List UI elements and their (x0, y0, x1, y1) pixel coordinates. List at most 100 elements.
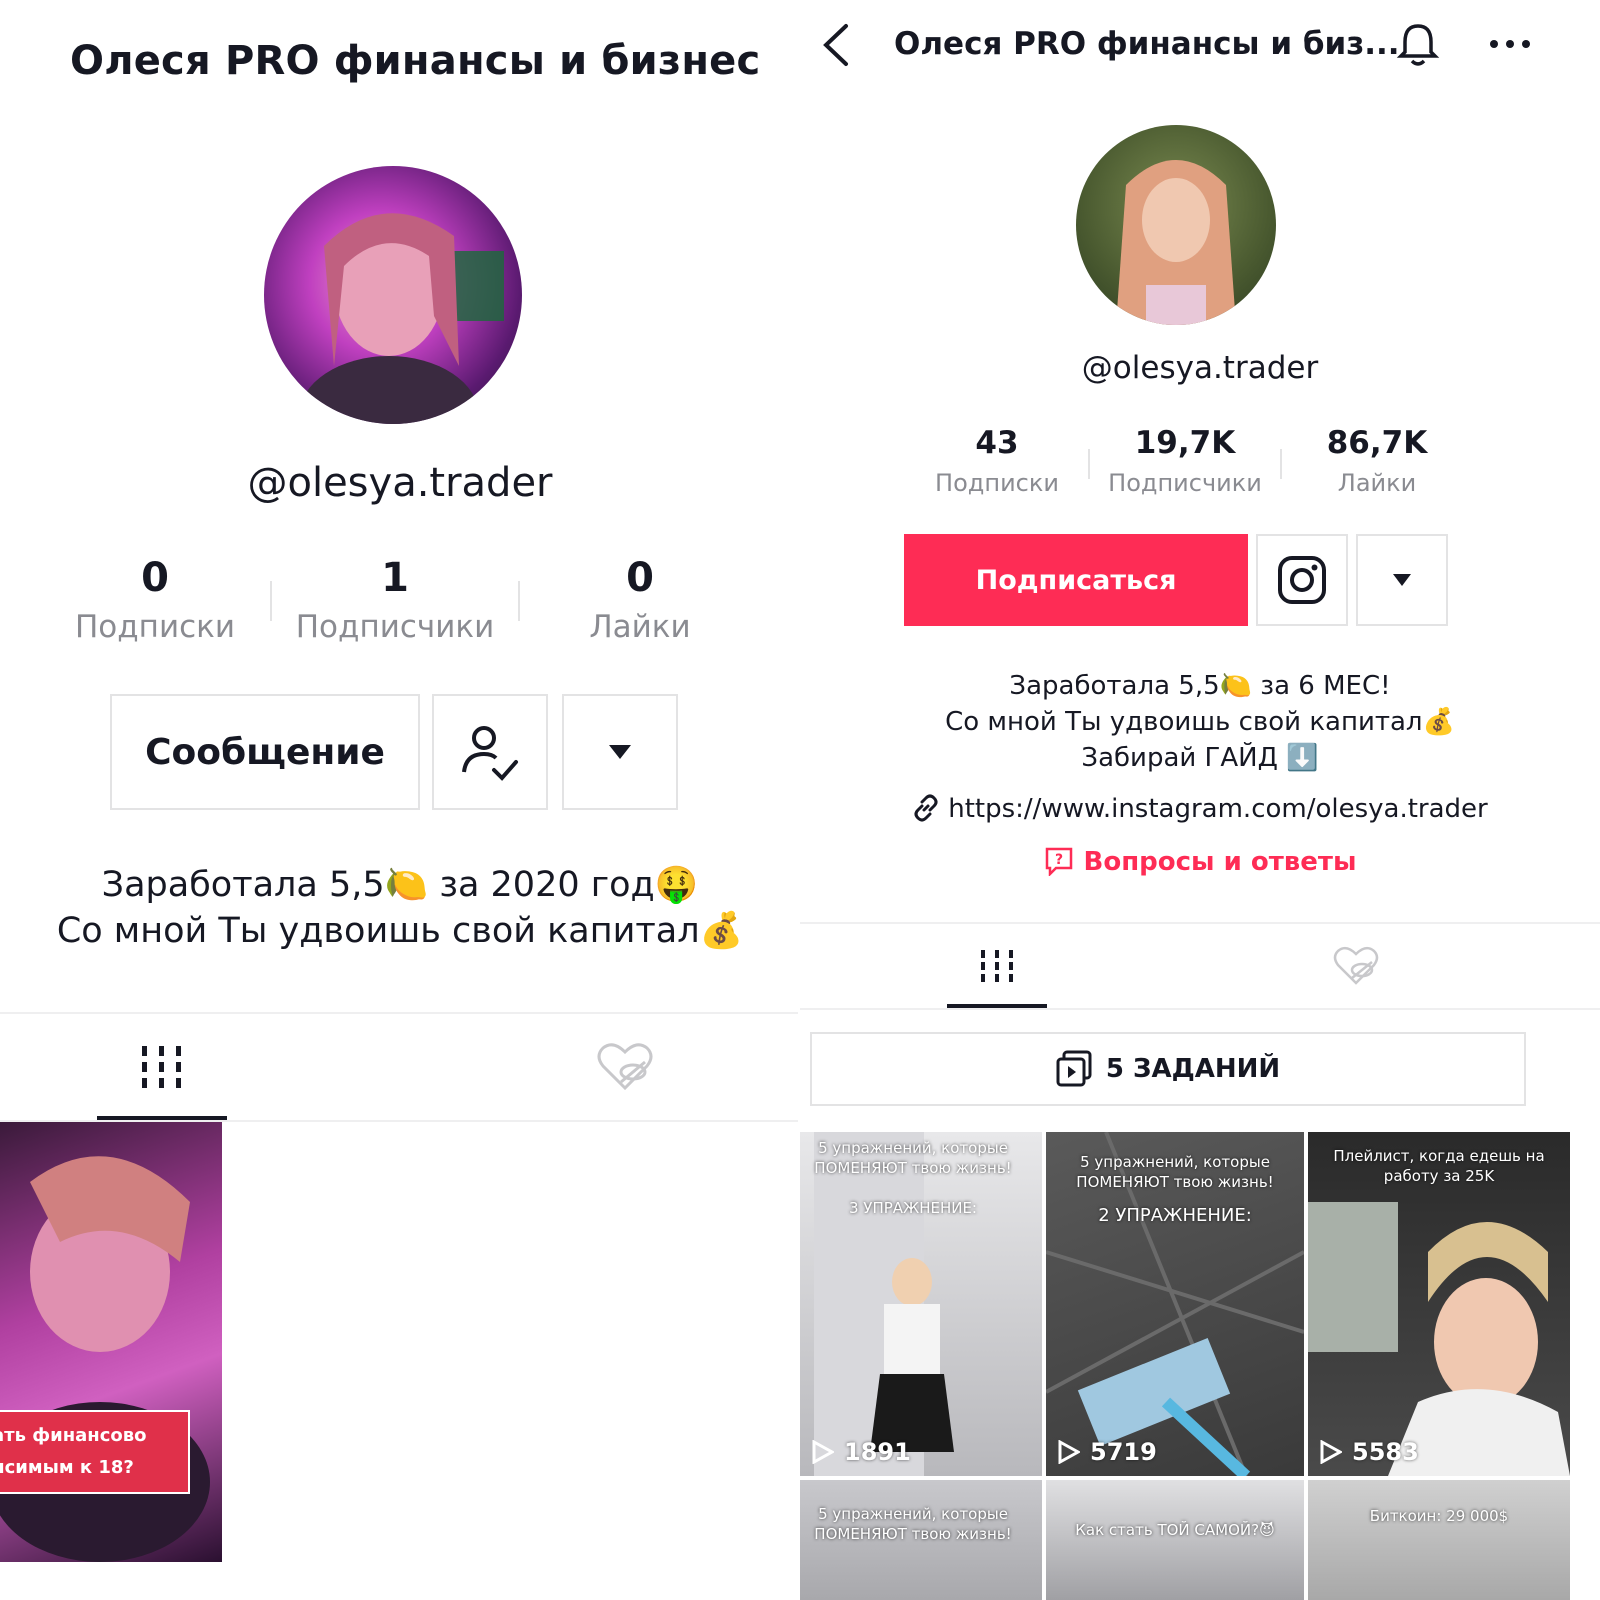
followers-count: 19,7K (1134, 425, 1236, 461)
subscribe-button-label: Подписаться (975, 564, 1177, 596)
video-subcaption: 2 УПРАЖНЕНИЕ: (1098, 1205, 1252, 1226)
tab-videos[interactable] (947, 924, 1047, 1008)
suggested-accounts-dropdown[interactable] (562, 694, 678, 810)
video-thumbnail[interactable]: Плейлист, когда едешь на работу за 25K 5… (1308, 1132, 1570, 1476)
following-count: 0 (141, 555, 169, 601)
left-profile-panel: Олеся PRO финансы и бизнес @olesya.trade… (0, 0, 800, 1600)
notifications-button[interactable] (1395, 22, 1441, 68)
active-tab-indicator (947, 1004, 1047, 1008)
caret-down-icon (609, 745, 631, 759)
tab-videos[interactable] (97, 1014, 227, 1120)
avatar-photo (299, 213, 504, 424)
stats-row: 43 Подписки 19,7K Подписчики 86,7K Лайки (906, 425, 1486, 497)
view-count: 5583 (1320, 1438, 1419, 1466)
following-label: Подписки (74, 609, 236, 645)
likes-label: Лайки (589, 609, 691, 645)
suggested-accounts-dropdown[interactable] (1356, 534, 1448, 626)
profile-title: Олеся PRO финансы и биз... (894, 26, 1400, 62)
play-icon (812, 1440, 834, 1464)
bio-link-text: https://www.instagram.com/olesya.trader (948, 794, 1488, 824)
avatar[interactable] (264, 166, 522, 424)
view-count-value: 5719 (1090, 1438, 1157, 1466)
video-thumbnail[interactable]: 5 упражнений, которые ПОМЕНЯЮТ твою жизн… (800, 1132, 1042, 1476)
view-count: 5719 (1058, 1438, 1157, 1466)
followers-label: Подписчики (1108, 469, 1262, 497)
video-thumbnail[interactable]: Биткоин: 29 000$ (1308, 1480, 1570, 1600)
video-caption-line: ать финансово (0, 1425, 147, 1446)
username: @olesya.trader (247, 460, 553, 506)
followers-count: 1 (381, 555, 409, 601)
playlist-label: 5 ЗАДАНИЙ (1105, 1054, 1281, 1084)
subscribe-button[interactable]: Подписаться (904, 534, 1248, 626)
following-stat[interactable]: 0 Подписки (40, 555, 270, 645)
bio-line: Заработала 5,5🍋 за 2020 год🤑 (101, 865, 699, 905)
instagram-button[interactable] (1256, 534, 1348, 626)
tab-liked[interactable] (560, 1014, 690, 1120)
tab-liked[interactable] (1306, 924, 1406, 1008)
playlist-button[interactable]: 5 ЗАДАНИЙ (810, 1032, 1526, 1106)
video-subcaption: 3 УПРАЖНЕНИЕ: (849, 1199, 977, 1217)
grid-videos-icon (142, 1046, 181, 1088)
view-count-value: 5583 (1352, 1438, 1419, 1466)
likes-stat[interactable]: 0 Лайки (520, 555, 760, 645)
right-profile-panel: Олеся PRO финансы и биз... @olesya.trade… (800, 0, 1600, 1600)
back-button[interactable] (818, 22, 858, 68)
message-button[interactable]: Сообщение (110, 694, 420, 810)
video-caption: 5 упражнений, которые ПОМЕНЯЮТ твою жизн… (814, 1139, 1012, 1177)
following-label: Подписки (935, 469, 1059, 497)
message-button-label: Сообщение (145, 731, 385, 773)
liked-hidden-icon (597, 1043, 653, 1091)
more-options-button[interactable] (1488, 32, 1532, 56)
content-tabs (800, 922, 1600, 1010)
back-arrow-icon (823, 24, 848, 66)
bio-line: Со мной Ты удвоишь свой капитал💰 (56, 911, 744, 951)
bio: Заработала 5,5🍋 за 6 МЕС! Со мной Ты удв… (800, 668, 1600, 776)
play-icon (1058, 1440, 1080, 1464)
qa-link[interactable]: ? Вопросы и ответы (800, 846, 1600, 878)
video-caption: Как стать ТОЙ САМОЙ?😈 (1075, 1521, 1275, 1539)
likes-count: 86,7K (1326, 425, 1428, 461)
avatar[interactable] (1076, 125, 1276, 325)
video-frame-image (0, 1156, 210, 1562)
following-stat[interactable]: 43 Подписки (906, 425, 1088, 497)
username: @olesya.trader (1081, 350, 1319, 386)
svg-text:?: ? (1054, 852, 1062, 868)
video-thumbnail[interactable]: Как стать ТОЙ САМОЙ?😈 (1046, 1480, 1304, 1600)
caret-down-icon (1393, 574, 1411, 586)
active-tab-indicator (97, 1116, 227, 1120)
followers-label: Подписчики (295, 609, 495, 645)
stats-row: 0 Подписки 1 Подписчики 0 Лайки (40, 555, 760, 645)
likes-label: Лайки (1337, 469, 1417, 497)
question-bubble-icon: ? (1045, 847, 1072, 878)
more-dots-icon (1490, 40, 1530, 48)
likes-count: 0 (626, 555, 654, 601)
bio-link[interactable]: https://www.instagram.com/olesya.trader (800, 794, 1600, 824)
avatar-photo (1116, 160, 1236, 325)
bio-line: Заработала 5,5🍋 за 6 МЕС! (1009, 671, 1391, 701)
profile-title: Олеся PRO финансы и бизнес (70, 38, 761, 84)
user-check-icon (462, 726, 518, 781)
video-caption: 5 упражнений, которые ПОМЕНЯЮТ твою жизн… (1076, 1153, 1274, 1191)
view-count-value: 1891 (844, 1438, 911, 1466)
playlist-icon (1056, 1050, 1092, 1087)
video-caption-box: ать финансово исимым к 18? (0, 1410, 190, 1494)
video-thumbnail[interactable]: ать финансово исимым к 18? (0, 1122, 222, 1562)
video-caption-line: исимым к 18? (0, 1457, 134, 1478)
bell-icon (1396, 24, 1440, 66)
likes-stat[interactable]: 86,7K Лайки (1282, 425, 1472, 497)
play-icon (1320, 1440, 1342, 1464)
video-caption: 5 упражнений, которые ПОМЕНЯЮТ твою жизн… (814, 1505, 1012, 1543)
bio-line: Со мной Ты удвоишь свой капитал💰 (945, 707, 1455, 737)
video-frame-image (814, 1132, 954, 1476)
video-caption: Биткоин: 29 000$ (1369, 1507, 1509, 1525)
followers-stat[interactable]: 19,7K Подписчики (1090, 425, 1280, 497)
link-icon (914, 794, 938, 822)
followers-stat[interactable]: 1 Подписчики (272, 555, 518, 645)
video-thumbnail[interactable]: 5 упражнений, которые ПОМЕНЯЮТ твою жизн… (800, 1480, 1042, 1600)
instagram-icon (1278, 556, 1326, 604)
following-status-button[interactable] (432, 694, 548, 810)
view-count: 1891 (812, 1438, 911, 1466)
qa-label: Вопросы и ответы (1083, 847, 1357, 877)
video-thumbnail[interactable]: 5 упражнений, которые ПОМЕНЯЮТ твою жизн… (1046, 1132, 1304, 1476)
bio-line: Забирай ГАЙД ⬇️ (1081, 743, 1319, 773)
